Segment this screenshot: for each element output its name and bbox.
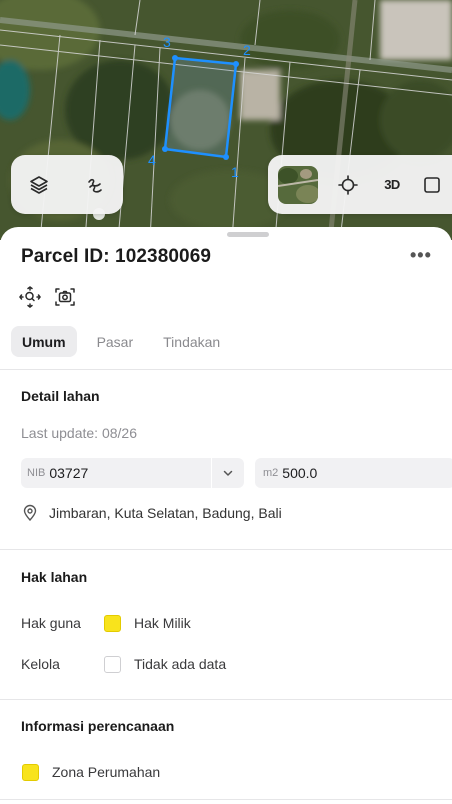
location-row: Jimbaran, Kuta Selatan, Badung, Bali <box>21 504 282 522</box>
3d-toggle-label: 3D <box>384 177 400 192</box>
map-tools-card <box>11 155 123 214</box>
nib-field[interactable]: NIB 03727 <box>21 458 244 488</box>
vertex-label-4: 4 <box>148 152 156 168</box>
basemap-thumbnail[interactable] <box>278 165 318 204</box>
vertex-label-3: 3 <box>163 34 171 50</box>
nib-prefix: NIB <box>27 467 46 479</box>
chevron-down-icon[interactable] <box>211 458 244 488</box>
divider <box>0 369 452 370</box>
divider <box>0 549 452 550</box>
screenshot-icon[interactable] <box>53 285 77 309</box>
parcel-detail-sheet: Parcel ID: 102380069 ••• Umum Pasar Tind… <box>0 227 452 804</box>
more-options-button[interactable]: ••• <box>410 245 432 266</box>
hak-guna-value: Hak Milik <box>134 615 191 631</box>
nib-value: 03727 <box>49 465 89 481</box>
location-text: Jimbaran, Kuta Selatan, Badung, Bali <box>49 505 282 521</box>
vertex-label-1: 1 <box>231 164 239 180</box>
area-field[interactable]: m2 500.0 <box>255 458 452 488</box>
area-value: 500.0 <box>282 465 318 481</box>
tab-tindakan[interactable]: Tindakan <box>153 326 230 357</box>
divider <box>0 699 452 700</box>
hak-lahan-heading: Hak lahan <box>21 569 88 585</box>
location-pin-icon <box>23 504 37 522</box>
divider <box>0 799 452 800</box>
kelola-value: Tidak ada data <box>134 656 227 672</box>
zone-swatch <box>22 764 39 781</box>
draw-path-icon[interactable] <box>77 167 113 203</box>
page-title: Parcel ID: 102380069 <box>21 246 212 267</box>
planning-heading: Informasi perencanaan <box>21 718 175 734</box>
layers-icon[interactable] <box>21 167 57 203</box>
hak-guna-label: Hak guna <box>21 615 81 631</box>
kelola-swatch <box>104 656 121 673</box>
map-view[interactable]: 1 2 3 4 3D <box>0 0 452 240</box>
vertex-label-2: 2 <box>243 42 251 58</box>
map-view-controls: 3D <box>268 155 452 214</box>
fullscreen-icon[interactable] <box>414 167 450 203</box>
tab-bar: Umum Pasar Tindakan <box>11 326 230 357</box>
hak-guna-swatch <box>104 615 121 632</box>
detail-lahan-heading: Detail lahan <box>21 388 100 404</box>
zone-label: Zona Perumahan <box>52 764 161 780</box>
area-unit-prefix: m2 <box>263 467 279 479</box>
kelola-label: Kelola <box>21 656 60 672</box>
sheet-drag-handle[interactable] <box>227 232 269 237</box>
crosshair-icon[interactable] <box>330 167 366 203</box>
tab-pasar[interactable]: Pasar <box>87 326 144 357</box>
3d-toggle-button[interactable]: 3D <box>374 167 410 203</box>
zoom-to-parcel-icon[interactable] <box>18 285 42 309</box>
last-update-text: Last update: 08/26 <box>21 425 137 441</box>
tab-umum[interactable]: Umum <box>11 326 77 357</box>
